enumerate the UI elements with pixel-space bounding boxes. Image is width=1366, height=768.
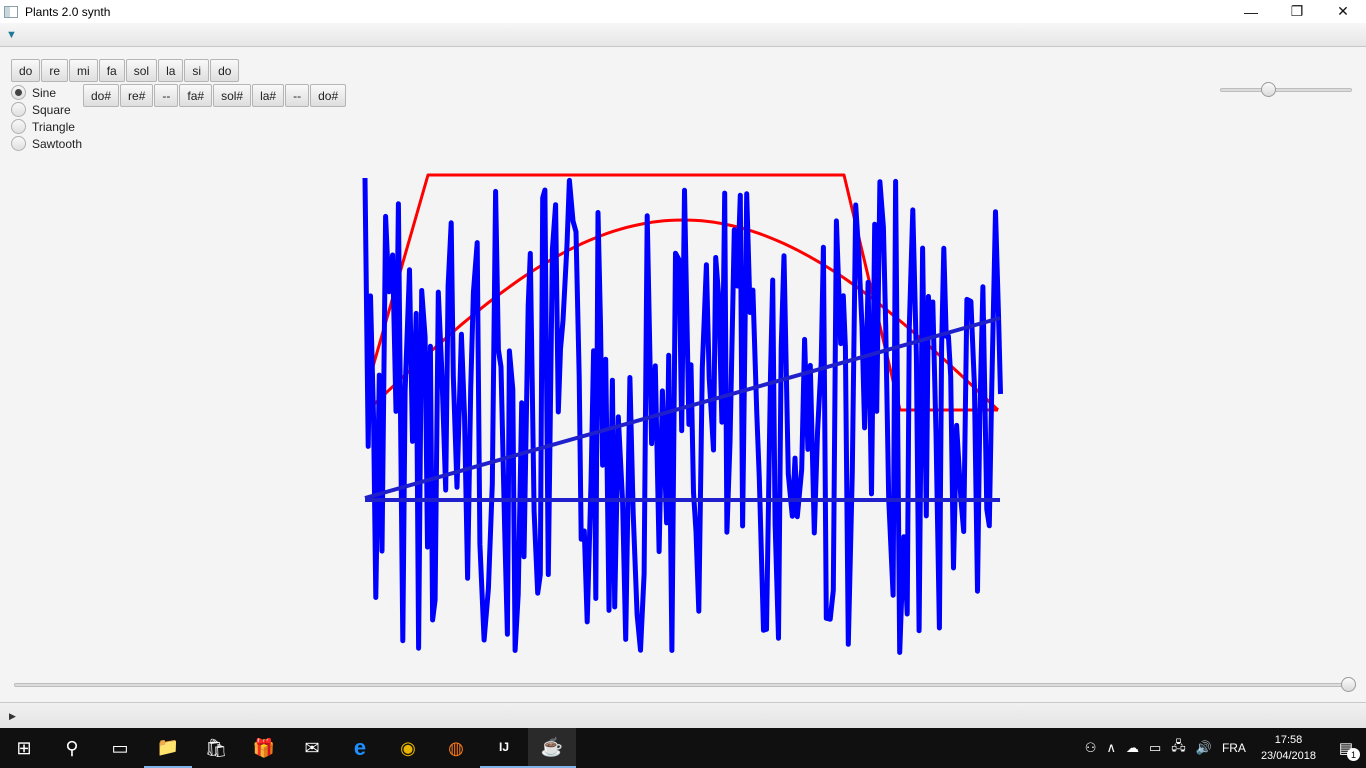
window-controls: — ❐ ✕ bbox=[1228, 0, 1366, 23]
waveform-radio-sine[interactable]: Sine bbox=[11, 84, 82, 101]
radio-button-icon[interactable] bbox=[11, 85, 26, 100]
network-icon[interactable]: 🖧 bbox=[1166, 737, 1191, 759]
store-icon[interactable]: 🛍 bbox=[192, 728, 240, 768]
note-button-3[interactable]: fa bbox=[98, 59, 125, 82]
note-button-0[interactable]: do bbox=[11, 59, 41, 82]
sharp-note-button-5[interactable]: la# bbox=[252, 84, 285, 107]
restore-button[interactable]: ❐ bbox=[1274, 0, 1320, 23]
waveform-plot bbox=[362, 173, 1003, 655]
waveform-radio-square[interactable]: Square bbox=[11, 101, 82, 118]
sharp-note-button-3[interactable]: fa# bbox=[179, 84, 213, 107]
waveform-radio-triangle[interactable]: Triangle bbox=[11, 118, 82, 135]
expand-arrow-icon[interactable]: ▶ bbox=[9, 711, 16, 722]
top-collapsible-pane: ▼ bbox=[0, 23, 1366, 47]
note-button-6[interactable]: si bbox=[184, 59, 210, 82]
notification-count-badge: 1 bbox=[1347, 748, 1360, 761]
waveform-radio-group: Sine Square Triangle Sawtooth bbox=[11, 84, 82, 152]
show-hidden-icons-icon[interactable]: ∧ bbox=[1101, 740, 1121, 756]
clock-time: 17:58 bbox=[1274, 734, 1303, 746]
waveform-radio-sawtooth[interactable]: Sawtooth bbox=[11, 135, 82, 152]
position-slider[interactable] bbox=[14, 677, 1358, 693]
task-view-icon[interactable]: ▭ bbox=[96, 728, 144, 768]
people-icon[interactable]: ⚇ bbox=[1080, 740, 1102, 756]
search-icon[interactable]: ⚲ bbox=[48, 728, 96, 768]
windows-start-icon[interactable]: ⊞ bbox=[0, 728, 48, 768]
file-explorer-icon[interactable]: 📁 bbox=[144, 728, 192, 768]
note-button-4[interactable]: sol bbox=[125, 59, 158, 82]
sharp-note-button-2[interactable]: -- bbox=[154, 84, 179, 107]
input-language[interactable]: FRA bbox=[1217, 741, 1251, 755]
clock[interactable]: 17:58 23/04/2018 bbox=[1251, 732, 1326, 764]
battery-icon[interactable]: ▭ bbox=[1144, 740, 1166, 756]
radio-selected-dot bbox=[15, 89, 22, 96]
sharp-note-button-0[interactable]: do# bbox=[83, 84, 120, 107]
volume-icon[interactable]: 🔊 bbox=[1191, 740, 1217, 756]
sharp-note-button-1[interactable]: re# bbox=[120, 84, 154, 107]
radio-label: Sawtooth bbox=[32, 136, 83, 151]
note-button-1[interactable]: re bbox=[41, 59, 69, 82]
onedrive-icon[interactable]: ☁ bbox=[1121, 740, 1144, 756]
system-tray: ⚇ ∧ ☁ ▭ 🖧 🔊 FRA 17:58 23/04/2018 ▤ 1 bbox=[1080, 728, 1366, 768]
note-button-2[interactable]: mi bbox=[69, 59, 98, 82]
bottom-collapsible-pane: ▶ bbox=[0, 702, 1366, 728]
clock-date: 23/04/2018 bbox=[1260, 750, 1316, 762]
radio-label: Square bbox=[32, 102, 71, 117]
gift-icon[interactable]: 🎁 bbox=[240, 728, 288, 768]
mail-icon[interactable]: ✉ bbox=[288, 728, 336, 768]
volume-slider[interactable] bbox=[1220, 82, 1352, 98]
intellij-icon[interactable]: IJ bbox=[480, 728, 528, 768]
window-title: Plants 2.0 synth bbox=[25, 4, 111, 19]
radio-label: Triangle bbox=[32, 119, 75, 134]
windows-taskbar: ⊞ ⚲ ▭ 📁 🛍 🎁 ✉ e ◉ ◍ IJ ☕ ⚇ ∧ ☁ ▭ 🖧 🔊 FRA 17:58 23/0… bbox=[0, 728, 1366, 768]
window-titlebar: Plants 2.0 synth — ❐ ✕ bbox=[0, 0, 1366, 23]
close-button[interactable]: ✕ bbox=[1320, 0, 1366, 23]
expand-toggle-icon[interactable]: ▼ bbox=[6, 29, 18, 41]
java-icon[interactable]: ☕ bbox=[528, 728, 576, 768]
chrome-icon[interactable]: ◉ bbox=[384, 728, 432, 768]
action-center-button[interactable]: ▤ 1 bbox=[1326, 728, 1366, 768]
app-icon bbox=[4, 5, 18, 18]
sharp-notes-row: do# re# -- fa# sol# la# -- do# bbox=[83, 84, 347, 107]
natural-notes-row: do re mi fa sol la si do bbox=[11, 59, 240, 82]
radio-label: Sine bbox=[32, 85, 57, 100]
radio-button-icon[interactable] bbox=[11, 102, 26, 117]
edge-icon[interactable]: e bbox=[336, 728, 384, 768]
position-slider-thumb[interactable] bbox=[1341, 677, 1356, 692]
radio-button-icon[interactable] bbox=[11, 119, 26, 134]
sharp-note-button-7[interactable]: do# bbox=[310, 84, 347, 107]
note-button-5[interactable]: la bbox=[158, 59, 184, 82]
sharp-note-button-6[interactable]: -- bbox=[285, 84, 310, 107]
sharp-note-button-4[interactable]: sol# bbox=[213, 84, 252, 107]
noise-signal-line bbox=[362, 177, 1003, 655]
position-slider-track bbox=[14, 683, 1354, 687]
note-button-7[interactable]: do bbox=[210, 59, 240, 82]
volume-slider-thumb[interactable] bbox=[1260, 82, 1276, 97]
radio-button-icon[interactable] bbox=[11, 136, 26, 151]
firefox-icon[interactable]: ◍ bbox=[432, 728, 480, 768]
minimize-button[interactable]: — bbox=[1228, 0, 1274, 23]
volume-slider-track bbox=[1220, 88, 1352, 92]
